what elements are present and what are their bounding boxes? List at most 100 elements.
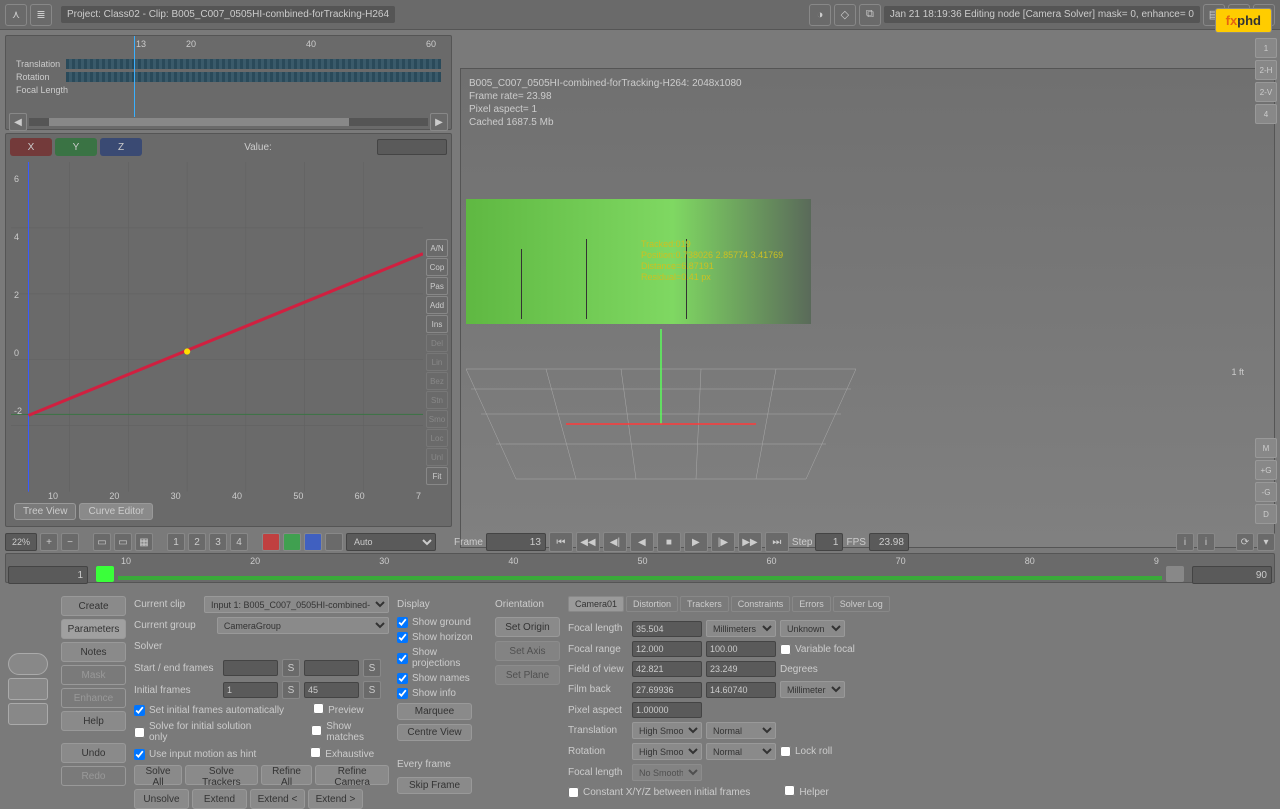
info2-icon[interactable]: i bbox=[1197, 533, 1215, 551]
help-button[interactable]: Help bbox=[61, 711, 126, 731]
fov-v-input[interactable] bbox=[706, 661, 776, 677]
curve-btn-fit[interactable]: Fit bbox=[426, 467, 448, 485]
scroll-right-icon[interactable]: ▶ bbox=[430, 113, 448, 131]
color-blue-button[interactable] bbox=[304, 533, 322, 551]
range-end-input[interactable] bbox=[1192, 566, 1272, 584]
axis-x-button[interactable]: X bbox=[10, 138, 52, 156]
centre-view-button[interactable]: Centre View bbox=[397, 724, 472, 741]
show-info-checkbox[interactable] bbox=[397, 688, 408, 699]
initial-only-checkbox[interactable] bbox=[134, 727, 145, 738]
curve-btn-pas[interactable]: Pas bbox=[426, 277, 448, 295]
tab-trackers[interactable]: Trackers bbox=[680, 596, 729, 612]
initial-frame-2[interactable] bbox=[304, 682, 359, 698]
show-horizon-checkbox[interactable] bbox=[397, 632, 408, 643]
tab-errors[interactable]: Errors bbox=[792, 596, 831, 612]
curve-btn-add[interactable]: Add bbox=[426, 296, 448, 314]
refine-camera-button[interactable]: Refine Camera bbox=[315, 765, 389, 785]
rotation-mode-select[interactable]: Normal bbox=[706, 743, 776, 760]
redo-button[interactable]: Redo bbox=[61, 766, 126, 786]
mask-button[interactable]: Mask bbox=[61, 665, 126, 685]
axis-y-button[interactable]: Y bbox=[55, 138, 97, 156]
curve-btn-del[interactable]: Del bbox=[426, 334, 448, 352]
info-icon[interactable]: i bbox=[1176, 533, 1194, 551]
extend-fwd-button[interactable]: Extend > bbox=[308, 789, 363, 809]
zoom-input[interactable] bbox=[5, 533, 37, 551]
layout-1[interactable]: 1 bbox=[1255, 38, 1277, 58]
end-frame-input[interactable] bbox=[304, 660, 359, 676]
fov-h-input[interactable] bbox=[632, 661, 702, 677]
layout-2v[interactable]: 2-V bbox=[1255, 82, 1277, 102]
focal-length-input[interactable] bbox=[632, 621, 702, 637]
viewport-3d[interactable]: B005_C007_0505HI-combined-forTracking-H2… bbox=[460, 68, 1275, 548]
fps-input[interactable] bbox=[869, 533, 909, 551]
range-start-input[interactable] bbox=[8, 566, 88, 584]
layout-4[interactable]: 4 bbox=[1255, 104, 1277, 124]
next-frame-icon[interactable]: |▶ bbox=[711, 532, 735, 552]
range-end-handle[interactable] bbox=[1166, 566, 1184, 582]
mode-toggle-3[interactable] bbox=[8, 703, 48, 725]
curve-btn-lin[interactable]: Lin bbox=[426, 353, 448, 371]
current-clip-select[interactable]: Input 1: B005_C007_0505HI-combined-forTr… bbox=[204, 596, 389, 613]
tab-constraints[interactable]: Constraints bbox=[731, 596, 791, 612]
focal-unit-select[interactable]: Millimeters bbox=[706, 620, 776, 637]
show-matches-checkbox[interactable] bbox=[311, 725, 322, 736]
enhance-button[interactable]: Enhance bbox=[61, 688, 126, 708]
tab-curve-editor[interactable]: Curve Editor bbox=[79, 503, 153, 520]
show-names-checkbox[interactable] bbox=[397, 673, 408, 684]
timeline-range-bar[interactable] bbox=[118, 576, 1162, 580]
curve-btn-loc[interactable]: Loc bbox=[426, 429, 448, 447]
extend-button[interactable]: Extend bbox=[192, 789, 247, 809]
tool-copy-icon[interactable]: ⧉ bbox=[859, 4, 881, 26]
current-frame-input[interactable] bbox=[486, 533, 546, 551]
menu-icon[interactable]: ▾ bbox=[1257, 533, 1275, 551]
track-translation[interactable] bbox=[66, 59, 441, 69]
scroll-left-icon[interactable]: ◀ bbox=[9, 113, 27, 131]
color-alpha-button[interactable] bbox=[325, 533, 343, 551]
auto-initial-checkbox[interactable] bbox=[134, 705, 145, 716]
start-frame-input[interactable] bbox=[223, 660, 278, 676]
set-end-icon[interactable]: S bbox=[363, 659, 381, 677]
stop-icon[interactable]: ■ bbox=[657, 532, 681, 552]
display-mode-select[interactable]: Auto bbox=[346, 533, 436, 551]
focal-smooth-select[interactable]: No Smooth bbox=[632, 764, 702, 781]
show-projections-checkbox[interactable] bbox=[397, 653, 408, 664]
curve-btn-cop[interactable]: Cop bbox=[426, 258, 448, 276]
nav-next-icon[interactable]: ▭ bbox=[114, 533, 132, 551]
refine-all-button[interactable]: Refine All bbox=[261, 765, 313, 785]
tool-rhombus-icon[interactable]: ◇ bbox=[834, 4, 856, 26]
skip-frame-button[interactable]: Skip Frame bbox=[397, 777, 472, 794]
tab-camera01[interactable]: Camera01 bbox=[568, 596, 624, 612]
constant-xyz-checkbox[interactable] bbox=[568, 787, 579, 798]
extend-back-button[interactable]: Extend < bbox=[250, 789, 305, 809]
track-rotation[interactable] bbox=[66, 72, 441, 82]
main-timeline[interactable]: 102030 405060 70809 bbox=[5, 553, 1275, 583]
show-ground-checkbox[interactable] bbox=[397, 617, 408, 628]
undo-button[interactable]: Undo bbox=[61, 743, 126, 763]
page-3[interactable]: 3 bbox=[209, 533, 227, 551]
helper-checkbox[interactable] bbox=[784, 785, 795, 796]
input-motion-checkbox[interactable] bbox=[134, 749, 145, 760]
btn-plus-g[interactable]: +G bbox=[1255, 460, 1277, 480]
focal-known-select[interactable]: Unknown bbox=[780, 620, 845, 637]
layout-2h[interactable]: 2-H bbox=[1255, 60, 1277, 80]
zoom-plus-icon[interactable]: + bbox=[40, 533, 58, 551]
parameters-button[interactable]: Parameters bbox=[61, 619, 126, 639]
mode-toggle-2[interactable] bbox=[8, 678, 48, 700]
color-green-button[interactable] bbox=[283, 533, 301, 551]
variable-focal-checkbox[interactable] bbox=[780, 644, 791, 655]
tab-solver-log[interactable]: Solver Log bbox=[833, 596, 890, 612]
goto-end-icon[interactable]: ⏭ bbox=[765, 532, 789, 552]
tab-tree-view[interactable]: Tree View bbox=[14, 503, 76, 520]
curve-btn-unl[interactable]: Unl bbox=[426, 448, 448, 466]
translation-mode-select[interactable]: Normal bbox=[706, 722, 776, 739]
range-start-handle[interactable] bbox=[96, 566, 114, 582]
notes-button[interactable]: Notes bbox=[61, 642, 126, 662]
color-red-button[interactable] bbox=[262, 533, 280, 551]
btn-minus-g[interactable]: -G bbox=[1255, 482, 1277, 502]
mode-toggle-1[interactable] bbox=[8, 653, 48, 675]
timeline-scrollbar[interactable] bbox=[49, 118, 349, 126]
filmback-h-input[interactable] bbox=[706, 682, 776, 698]
exhaustive-checkbox[interactable] bbox=[310, 747, 321, 758]
lock-roll-checkbox[interactable] bbox=[780, 746, 791, 757]
curve-btn-bez[interactable]: Bez bbox=[426, 372, 448, 390]
